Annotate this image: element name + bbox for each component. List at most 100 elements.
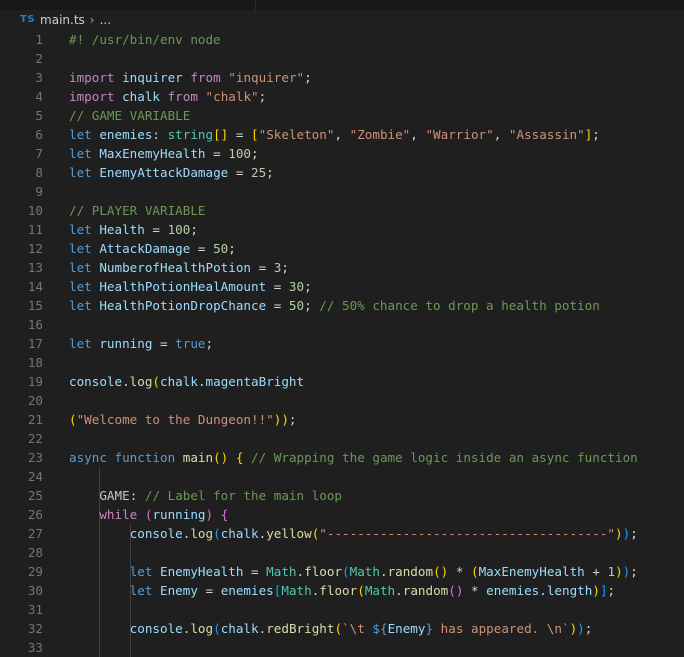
code-line[interactable]: 27 console.log(chalk.yellow("-----------… [0, 524, 684, 543]
code-token: 100 [167, 222, 191, 237]
code-line[interactable]: 28 [0, 543, 684, 562]
code-token: . [197, 374, 206, 389]
code-token: . [395, 583, 403, 598]
code-line[interactable]: 19 console.log(chalk.magentaBright [0, 372, 684, 391]
code-token: Math [266, 564, 297, 579]
code-token: ; [630, 564, 638, 579]
code-token: ; [630, 526, 638, 541]
line-number: 2 [35, 51, 43, 66]
code-token: 100 [228, 146, 251, 161]
code-token: let [69, 222, 100, 237]
code-line[interactable]: 22 [0, 429, 684, 448]
line-number: 5 [35, 108, 43, 123]
code-line[interactable]: 17 let running = true; [0, 334, 684, 353]
code-line[interactable]: 4 import chalk from "chalk"; [0, 87, 684, 106]
code-line[interactable]: 21 ("Welcome to the Dungeon!!")); [0, 410, 684, 429]
code-token: length [546, 583, 593, 598]
code-token: "chalk" [205, 89, 259, 104]
code-token: = [251, 260, 274, 275]
code-line[interactable]: 2 [0, 49, 684, 68]
code-token: ; [281, 260, 289, 275]
line-number: 7 [35, 146, 43, 161]
indent-guide [99, 467, 100, 486]
code-token: let [69, 260, 100, 275]
code-line[interactable]: 16 [0, 315, 684, 334]
breadcrumb-symbol-more[interactable]: ... [100, 13, 111, 27]
code-line[interactable]: 23 async function main() { // Wrapping th… [0, 448, 684, 467]
code-token: running [99, 336, 153, 351]
code-token: () [213, 450, 229, 465]
code-line[interactable]: 25 GAME: // Label for the main loop [0, 486, 684, 505]
code-token: let [129, 583, 161, 598]
code-token: function [114, 450, 183, 465]
line-number: 26 [27, 507, 43, 522]
code-token: let [69, 241, 100, 256]
indent-guide [130, 543, 131, 562]
breadcrumb-file-name[interactable]: main.ts [40, 13, 85, 27]
code-line[interactable]: 18 [0, 353, 684, 372]
code-text: let running = true; [69, 334, 213, 353]
code-line[interactable]: 3 import inquirer from "inquirer"; [0, 68, 684, 87]
code-token: chalk [160, 374, 198, 389]
code-token: "Welcome to the Dungeon!!" [76, 412, 274, 427]
code-token: 30 [288, 279, 305, 294]
line-number: 32 [27, 621, 43, 636]
line-number: 9 [35, 184, 43, 199]
code-token: from [190, 70, 221, 85]
code-line[interactable]: 15 let HealthPotionDropChance = 50; // 50… [0, 296, 684, 315]
code-token: console [69, 374, 123, 389]
code-token: 50 [213, 241, 229, 256]
code-token: NumberofHealthPotion [99, 260, 251, 275]
code-text: let MaxEnemyHealth = 100; [69, 144, 259, 163]
code-line[interactable]: 8 let EnemyAttackDamage = 25; [0, 163, 684, 182]
code-editor[interactable]: 1 #! /usr/bin/env node 2 3 import inquirer f… [0, 30, 684, 657]
code-line[interactable]: 12 let AttackDamage = 50; [0, 239, 684, 258]
code-token: floor [304, 564, 343, 579]
code-text: let HealthPotionHealAmount = 30; [69, 277, 312, 296]
line-number: 29 [27, 564, 43, 579]
code-line[interactable]: 26 while (running) { [0, 505, 684, 524]
code-text: #! /usr/bin/env node [69, 30, 221, 49]
code-token: Math [349, 564, 380, 579]
code-line[interactable]: 1 #! /usr/bin/env node [0, 30, 684, 49]
code-line[interactable]: 10 // PLAYER VARIABLE [0, 201, 684, 220]
code-line[interactable]: 33 [0, 638, 684, 657]
code-token: ) [592, 583, 600, 598]
code-line[interactable]: 29 let EnemyHealth = Math.floor(Math.ran… [0, 562, 684, 581]
code-line[interactable]: 5 // GAME VARIABLE [0, 106, 684, 125]
code-token: "inquirer" [228, 70, 305, 85]
code-line[interactable]: 9 [0, 182, 684, 201]
code-text: let enemies: string[] = ["Skeleton", "Zo… [69, 125, 600, 144]
code-line[interactable]: 14 let HealthPotionHealAmount = 30; [0, 277, 684, 296]
code-token: ( [213, 526, 221, 541]
code-token: ( [334, 621, 343, 636]
code-token: floor [319, 583, 358, 598]
code-line[interactable]: 6 let enemies: string[] = ["Skeleton", "Z… [0, 125, 684, 144]
code-token: "Assassin" [508, 127, 585, 142]
line-number: 30 [27, 583, 43, 598]
code-line[interactable]: 32 console.log(chalk.redBright(`\t ${Ene… [0, 619, 684, 638]
code-token: inquirer [122, 70, 183, 85]
code-token: ( [152, 374, 161, 389]
line-number: 3 [35, 70, 43, 85]
code-line[interactable]: 31 [0, 600, 684, 619]
code-line[interactable]: 13 let NumberofHealthPotion = 3; [0, 258, 684, 277]
code-token: 50 [288, 298, 305, 313]
code-token: = [197, 583, 221, 598]
code-line[interactable]: 7 let MaxEnemyHealth = 100; [0, 144, 684, 163]
code-line[interactable]: 20 [0, 391, 684, 410]
code-line[interactable]: 11 let Health = 100; [0, 220, 684, 239]
code-token: ; [258, 89, 267, 104]
code-token: , [334, 127, 350, 142]
code-token: HealthPotionDropChance [99, 298, 267, 313]
code-token: log [190, 621, 214, 636]
code-line[interactable]: 24 [0, 467, 684, 486]
code-token: chalk [220, 526, 259, 541]
code-token: ] [599, 583, 608, 598]
code-token: let [69, 336, 100, 351]
code-token: from [167, 89, 198, 104]
indent-guide [130, 638, 131, 657]
code-token: random [402, 583, 449, 598]
code-line[interactable]: 30 let Enemy = enemies[Math.floor(Math.r… [0, 581, 684, 600]
